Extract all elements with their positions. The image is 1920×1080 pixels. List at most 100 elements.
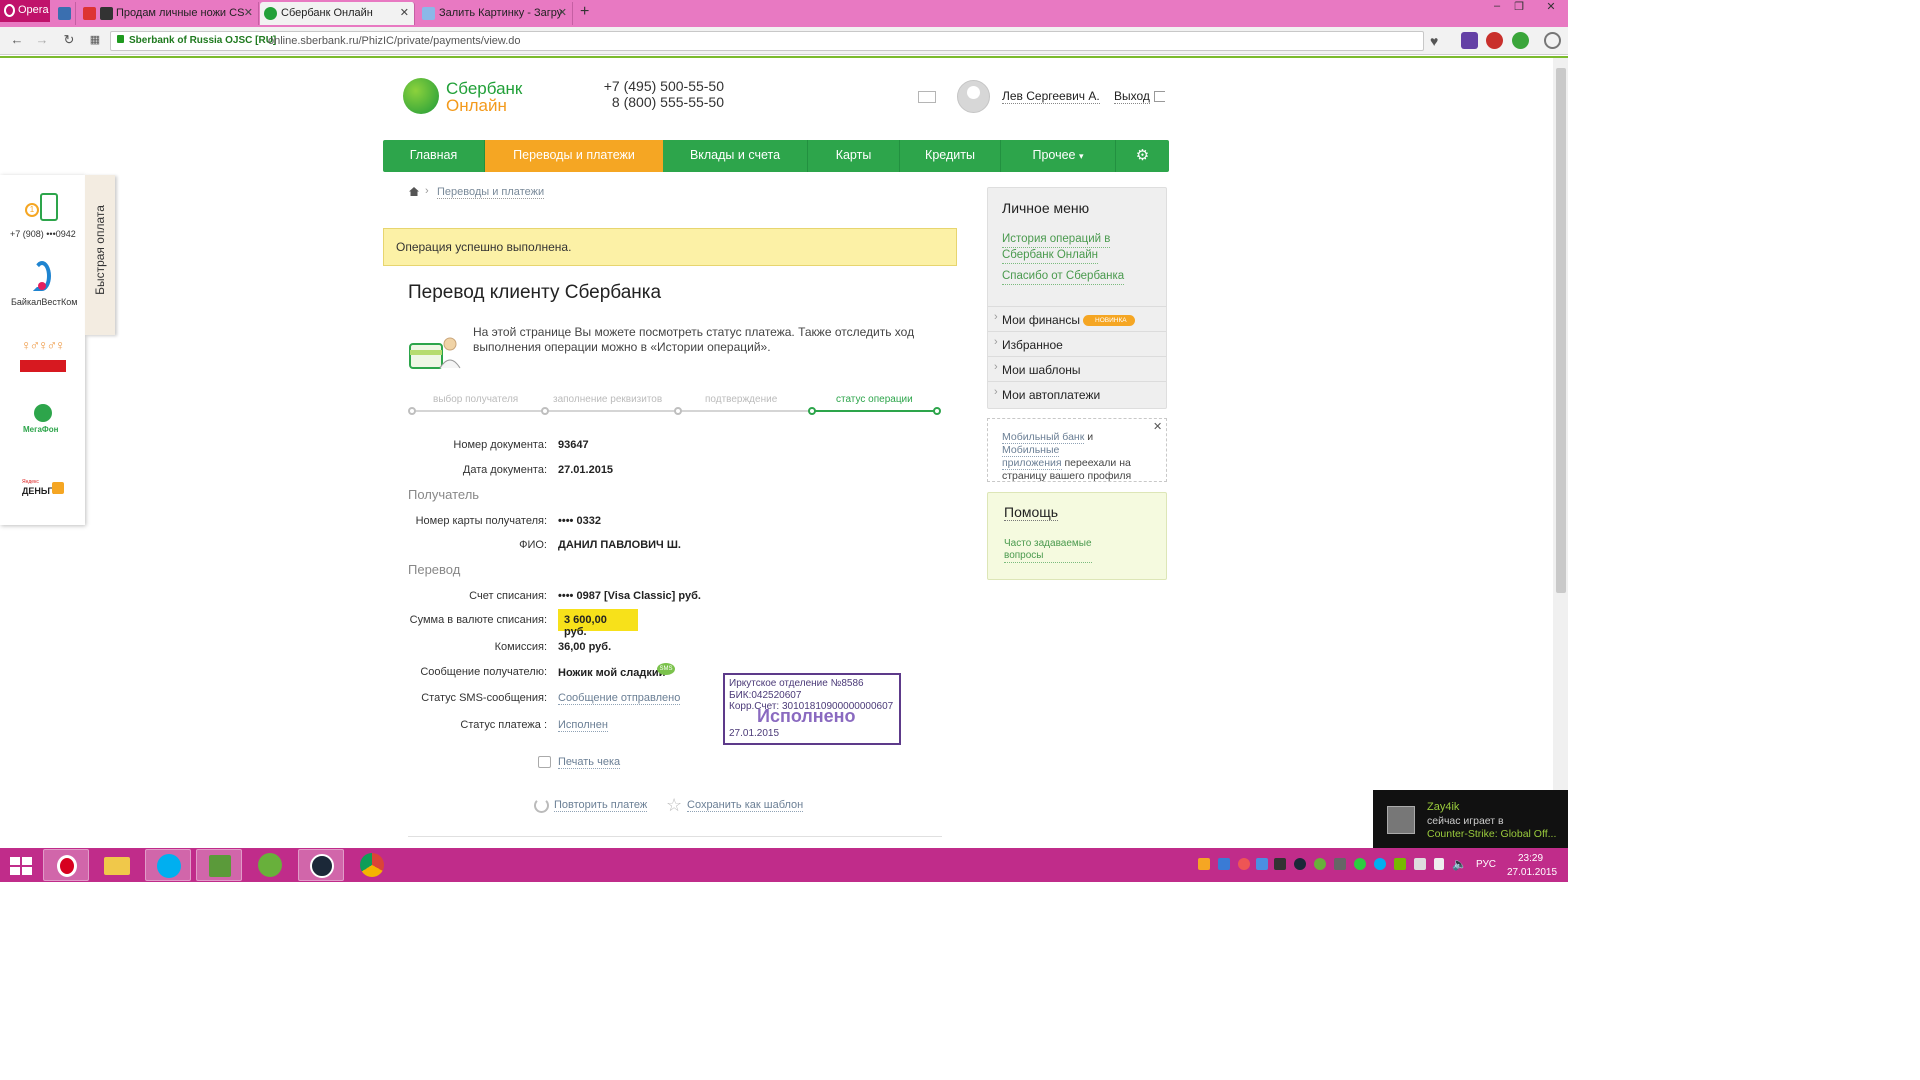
tab-sberbank[interactable]: Сбербанк Онлайн ✕: [260, 2, 415, 25]
adblock-extension-icon[interactable]: [1486, 32, 1503, 49]
user-name-link[interactable]: Лев Сергеевич А.: [1002, 89, 1100, 104]
menu-item-autopayments[interactable]: Мои автоплатежи: [988, 381, 1166, 406]
mobile-apps-link[interactable]: приложения: [1002, 457, 1062, 470]
printer-icon[interactable]: [538, 756, 551, 768]
provider-megafon[interactable]: МегаФон: [23, 425, 58, 434]
logout-link[interactable]: Выход: [1114, 89, 1150, 104]
help-title[interactable]: Помощь: [1004, 504, 1059, 521]
menu-item-favorites[interactable]: Избранное: [988, 331, 1166, 356]
speed-dial-tab[interactable]: [54, 2, 76, 25]
taskbar-opera[interactable]: [43, 849, 89, 881]
tray-icon[interactable]: [1256, 858, 1268, 870]
bookmark-heart-icon[interactable]: ♥: [1430, 33, 1438, 49]
scrollbar-thumb[interactable]: [1556, 68, 1566, 593]
taskbar-chrome[interactable]: [349, 849, 395, 881]
extension-icon[interactable]: [1512, 32, 1529, 49]
provider-baikalvestkom[interactable]: БайкалВестКом: [11, 297, 77, 307]
twitch-extension-icon[interactable]: [1461, 32, 1478, 49]
tray-icon[interactable]: [1198, 858, 1210, 870]
print-receipt-link[interactable]: Печать чека: [558, 756, 621, 769]
logo-text-line2[interactable]: Онлайн: [446, 96, 507, 116]
faq-link[interactable]: Часто задаваемые вопросы: [1004, 538, 1092, 563]
nav-cards[interactable]: Карты: [808, 140, 900, 172]
nav-credits[interactable]: Кредиты: [900, 140, 1001, 172]
taskbar-skype[interactable]: [145, 849, 191, 881]
nav-other[interactable]: Прочее ▾: [1001, 140, 1116, 172]
network-icon[interactable]: [1434, 858, 1444, 870]
address-field[interactable]: Sberbank of Russia OJSC [RU] online.sber…: [110, 31, 1424, 51]
security-badge[interactable]: Sberbank of Russia OJSC [RU]: [117, 35, 276, 46]
tray-icon[interactable]: [1354, 858, 1366, 870]
tray-icon[interactable]: [1334, 858, 1346, 870]
maximize-icon[interactable]: ❐: [1508, 0, 1530, 16]
repeat-icon[interactable]: [534, 798, 549, 813]
minimize-icon[interactable]: –: [1486, 0, 1508, 16]
quick-pay-tab[interactable]: Быстрая оплата: [85, 175, 115, 335]
volume-icon[interactable]: 🔈: [1452, 857, 1467, 871]
close-tab-icon[interactable]: ✕: [400, 2, 409, 24]
taskbar-utorrent[interactable]: [247, 849, 293, 881]
provider-red-banner-icon[interactable]: [20, 360, 66, 372]
download-icon[interactable]: [1544, 32, 1561, 49]
history-link[interactable]: История операций в Сбербанк Онлайн: [1002, 232, 1111, 264]
tray-skype-icon[interactable]: [1374, 858, 1386, 870]
tab-upload-image[interactable]: Залить Картинку - Загру ✕: [418, 2, 573, 25]
mail-icon[interactable]: [918, 91, 936, 103]
tray-nvidia-icon[interactable]: [1394, 858, 1406, 870]
star-icon[interactable]: ☆: [666, 795, 682, 816]
faq-link-line1[interactable]: Часто задаваемые: [1004, 538, 1092, 550]
tray-utorrent-icon[interactable]: [1314, 858, 1326, 870]
language-indicator[interactable]: РУС: [1476, 859, 1496, 870]
repeat-payment-link[interactable]: Повторить платеж: [554, 799, 648, 812]
opera-menu-button[interactable]: Opera: [0, 0, 50, 22]
home-icon[interactable]: [409, 187, 419, 196]
sberbank-logo-icon[interactable]: [403, 78, 439, 114]
nav-home[interactable]: Главная: [383, 140, 485, 172]
tray-icon[interactable]: [1274, 858, 1286, 870]
nav-transfers[interactable]: Переводы и платежи: [485, 140, 663, 172]
reload-icon[interactable]: ↻: [61, 32, 77, 48]
breadcrumb-transfers-link[interactable]: Переводы и платежи: [437, 186, 545, 199]
history-link-line1[interactable]: История операций в: [1002, 232, 1111, 248]
tray-icon[interactable]: [1238, 858, 1250, 870]
quick-pay-phone[interactable]: +7 (908) •••0942: [10, 229, 76, 239]
tab-csgo-knives[interactable]: Продам личные ножи CS ✕: [79, 2, 259, 25]
logout-icon[interactable]: [1154, 91, 1165, 102]
close-tab-icon[interactable]: ✕: [558, 2, 567, 24]
mobile-bank-link[interactable]: Мобильный банк: [1002, 431, 1085, 444]
close-tab-icon[interactable]: ✕: [244, 2, 253, 24]
forward-icon[interactable]: →: [34, 32, 50, 48]
mobile-phone-icon[interactable]: [40, 193, 58, 221]
menu-item-finances[interactable]: Мои финансы НОВИНКА: [988, 306, 1166, 331]
provider-people-logo-icon[interactable]: ♀♂♀♂♀: [21, 337, 65, 353]
windows-start-icon[interactable]: [10, 857, 32, 875]
megafon-logo-icon[interactable]: [34, 404, 52, 422]
taskbar-steam[interactable]: [298, 849, 344, 881]
tray-icon[interactable]: [1218, 858, 1230, 870]
mobile-apps-link[interactable]: Мобильные: [1002, 444, 1060, 457]
payment-status-link[interactable]: Исполнен: [558, 719, 608, 732]
save-template-link[interactable]: Сохранить как шаблон: [687, 799, 804, 812]
yandex-money-icon[interactable]: [52, 482, 64, 494]
faq-link-line2[interactable]: вопросы: [1004, 550, 1092, 562]
step-dot: [674, 407, 682, 415]
back-icon[interactable]: ←: [9, 32, 25, 48]
taskbar-explorer[interactable]: [94, 849, 140, 881]
new-tab-icon[interactable]: +: [580, 3, 589, 21]
tray-steam-icon[interactable]: [1294, 858, 1306, 870]
taskbar-editor[interactable]: [196, 849, 242, 881]
clock-date[interactable]: 27.01.2015: [1507, 867, 1557, 878]
close-icon[interactable]: ✕: [1153, 421, 1162, 434]
tray-icon[interactable]: [1414, 858, 1426, 870]
spasibo-link[interactable]: Спасибо от Сбербанка: [1002, 269, 1125, 285]
avatar[interactable]: [957, 80, 990, 113]
steam-notification[interactable]: Zay4ik сейчас играет в Counter-Strike: G…: [1373, 790, 1568, 848]
close-window-icon[interactable]: ✕: [1536, 0, 1566, 16]
history-link-line2[interactable]: Сбербанк Онлайн: [1002, 248, 1099, 264]
nav-deposits[interactable]: Вклады и счета: [663, 140, 808, 172]
speed-dial-grid-icon[interactable]: ▦: [87, 32, 103, 48]
clock-time[interactable]: 23:29: [1518, 853, 1543, 864]
menu-item-templates[interactable]: Мои шаблоны: [988, 356, 1166, 381]
settings-gear-icon[interactable]: ⚙: [1116, 140, 1169, 172]
sms-status-link[interactable]: Сообщение отправлено: [558, 692, 681, 705]
